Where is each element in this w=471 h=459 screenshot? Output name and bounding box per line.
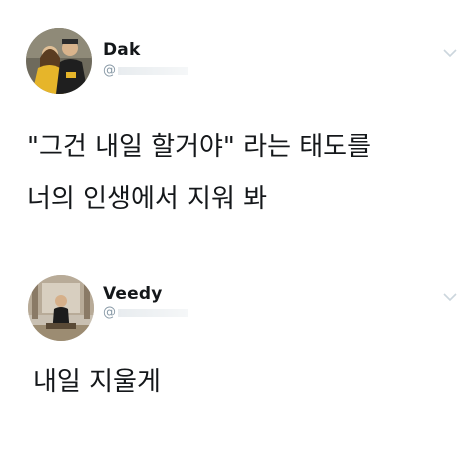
tweet: Dak @ "그건 내일 할거야" 라는 태도를너의 인생에서 지워 봐: [0, 0, 471, 250]
avatar[interactable]: [28, 275, 94, 341]
tweet: Veedy @ 내일 지울게: [0, 262, 471, 459]
tweet-text: "그건 내일 할거야" 라는 태도를너의 인생에서 지워 봐: [27, 121, 457, 225]
tweet-text-line: 내일 지울게: [33, 367, 161, 397]
author-name[interactable]: Veedy: [103, 284, 163, 304]
author-handle[interactable]: @: [103, 63, 188, 78]
author-handle[interactable]: @: [103, 305, 188, 320]
redacted-handle: [118, 308, 188, 317]
profile-photo-icon: [26, 28, 92, 94]
profile-photo-icon: [28, 275, 94, 341]
tweet-text: 내일 지울게: [33, 356, 161, 408]
tweet-text-line: 너의 인생에서 지워 봐: [27, 184, 268, 214]
chevron-down-icon[interactable]: [443, 48, 457, 58]
avatar[interactable]: [26, 28, 92, 94]
handle-text: @: [103, 305, 116, 320]
redacted-handle: [118, 66, 188, 75]
author-name[interactable]: Dak: [103, 40, 141, 60]
chevron-down-icon[interactable]: [443, 292, 457, 302]
tweet-text-line: "그건 내일 할거야" 라는 태도를: [27, 132, 372, 162]
handle-text: @: [103, 63, 116, 78]
